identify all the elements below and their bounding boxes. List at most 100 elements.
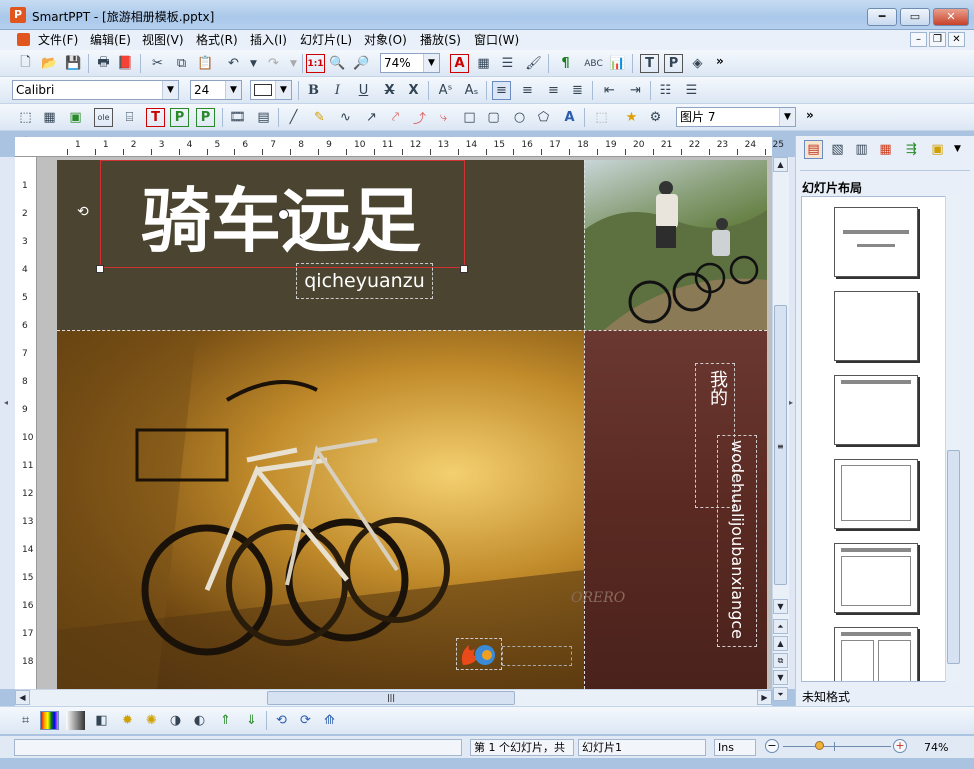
left-splitter[interactable] — [0, 157, 15, 689]
menu-edit[interactable]: 编辑(E) — [90, 32, 131, 48]
transition-icon[interactable]: ⇶ — [902, 140, 921, 159]
horizontal-ruler[interactable]: 1 1 2 3 4 5 6 7 8 9 10 11 12 13 14 15 16 17 18 19 20 21 22 23 24… — [15, 137, 784, 157]
zoom-out-icon[interactable]: − — [765, 739, 779, 753]
zoom-in-icon[interactable]: + — [893, 739, 907, 753]
format-painter-icon[interactable]: 🖌 — [524, 54, 543, 73]
properties-icon[interactable]: ⚙ — [646, 108, 665, 127]
status-mode[interactable]: Ins — [714, 739, 756, 756]
gamma-down-icon[interactable]: ⇓ — [242, 711, 261, 730]
layout-panel-icon[interactable]: ▤ — [804, 140, 823, 159]
rotate-icon[interactable]: ⟲ — [77, 204, 89, 220]
slide[interactable]: ORERO 骑车远足 ⟲ qicheyuanzu 我的 wodehualijou… — [57, 160, 767, 689]
zoom-slider-track[interactable] — [783, 746, 891, 747]
bicycle-photo[interactable] — [57, 330, 584, 689]
panel-dropdown-icon[interactable]: ▼ — [954, 144, 961, 154]
ellipse-tool-icon[interactable]: ○ — [510, 108, 529, 127]
reset-image-icon[interactable]: ⟰ — [320, 711, 339, 730]
toolbar-more-icon[interactable]: » — [806, 108, 814, 122]
logo-text-frame[interactable] — [502, 646, 572, 666]
scroll-left-icon[interactable]: ◀ — [15, 690, 30, 705]
arrow-tool-icon[interactable]: ↗ — [362, 108, 381, 127]
save-icon[interactable]: 💾 — [64, 54, 83, 73]
rotate-left-icon[interactable]: ⟲ — [272, 711, 291, 730]
toolbar-more-icon[interactable]: » — [716, 54, 724, 68]
horizontal-scrollbar[interactable]: ◀ ||| ▶ — [15, 689, 772, 706]
crop-tool-icon[interactable]: ⌗ — [16, 711, 35, 730]
undo-dropdown-icon[interactable]: ▼ — [244, 54, 263, 73]
mdi-minimize-button[interactable]: – — [910, 32, 927, 47]
maximize-button[interactable]: ▭ — [900, 8, 930, 26]
strikethrough-icon[interactable]: X — [380, 81, 399, 100]
increase-indent-icon[interactable]: ⇥ — [626, 81, 645, 100]
table-icon[interactable]: ▦ — [40, 108, 59, 127]
layout-scroll-thumb[interactable] — [947, 450, 960, 664]
paste-icon[interactable]: 📋 — [196, 54, 215, 73]
font-combo[interactable]: Calibri ▼ — [12, 80, 179, 100]
text-frame-icon[interactable]: T — [640, 54, 659, 73]
actual-size-icon[interactable]: 1:1 — [306, 54, 325, 73]
export-pdf-icon[interactable]: 📕 — [116, 54, 135, 73]
fill-color-combo[interactable]: ▼ — [250, 80, 292, 100]
redo-icon[interactable]: ↷ — [264, 54, 283, 73]
film-icon[interactable]: 🎞 — [228, 108, 247, 127]
align-left-icon[interactable]: ≡ — [492, 81, 511, 100]
gamma-up-icon[interactable]: ⇑ — [216, 711, 235, 730]
prev-slide-icon[interactable]: ▲ — [773, 636, 788, 651]
chart-icon[interactable]: 📊 — [608, 54, 627, 73]
zoom-combo[interactable]: 74% ▼ — [380, 53, 440, 73]
spellcheck-icon[interactable]: ABC — [584, 54, 603, 73]
zoom-page-icon[interactable]: 🔍 — [328, 54, 347, 73]
shapes-tool-icon[interactable]: ⬠ — [534, 108, 553, 127]
menu-window[interactable]: 窗口(W) — [474, 32, 519, 48]
center-handle[interactable] — [278, 209, 289, 220]
layout-content-thumb[interactable] — [834, 459, 918, 529]
connector-2-tool-icon[interactable]: ⤴ — [410, 108, 429, 127]
connector-tool-icon[interactable]: ⤤ — [386, 108, 405, 127]
menu-insert[interactable]: 插入(I) — [250, 32, 287, 48]
rectangle-tool-icon[interactable]: □ — [460, 108, 479, 127]
paragraph-mark-icon[interactable]: ¶ — [556, 54, 575, 73]
ole-object-icon[interactable]: ole — [94, 108, 113, 127]
brightness-down-icon[interactable]: ✺ — [142, 711, 161, 730]
menu-play[interactable]: 播放(S) — [420, 32, 461, 48]
picture-frame-icon[interactable]: P — [664, 54, 683, 73]
resize-handle[interactable] — [460, 265, 468, 273]
redo-dropdown-icon[interactable]: ▼ — [284, 54, 303, 73]
insert-image-icon[interactable]: ▦ — [474, 54, 493, 73]
menu-file[interactable]: 文件(F) — [38, 32, 78, 48]
bullets-icon[interactable]: ☷ — [656, 81, 675, 100]
minimize-button[interactable]: ━ — [867, 8, 897, 26]
object-select-combo[interactable]: 图片 7 ▼ — [676, 107, 796, 127]
vertical-ruler[interactable]: 1 2 3 4 5 6 7 8 9 10 11 12 13 14 15 16 17 18 — [15, 157, 37, 689]
formula-icon[interactable]: ⌸ — [120, 108, 139, 127]
scroll-up-icon[interactable]: ▲ — [773, 157, 788, 172]
cut-icon[interactable]: ✂ — [148, 54, 167, 73]
color-scheme-icon[interactable]: ▥ — [852, 140, 871, 159]
text-box-icon[interactable]: T — [146, 108, 165, 127]
slide-show-icon[interactable]: ▣ — [928, 140, 947, 159]
audio-icon[interactable]: ▤ — [254, 108, 273, 127]
picture-box-icon[interactable]: P — [170, 108, 189, 127]
freehand-tool-icon[interactable]: ✎ — [310, 108, 329, 127]
subscript-icon[interactable]: Aₛ — [462, 81, 481, 100]
layout-title-thumb[interactable] — [834, 207, 918, 277]
font-size-combo[interactable]: 24 ▼ — [190, 80, 242, 100]
collapse-right-icon[interactable]: ▸ — [789, 398, 793, 407]
star-icon[interactable]: ★ — [622, 108, 641, 127]
scroll-down-icon[interactable]: ▼ — [773, 599, 788, 614]
wordart-tool-icon[interactable]: A — [560, 108, 579, 127]
contrast-up-icon[interactable]: ◑ — [166, 711, 185, 730]
rounded-rect-tool-icon[interactable]: ▢ — [484, 108, 503, 127]
list-icon[interactable]: ☰ — [498, 54, 517, 73]
slide-title[interactable]: 骑车远足 — [141, 181, 421, 261]
group-icon[interactable]: ⬚ — [592, 108, 611, 127]
layout-title-content-thumb[interactable] — [834, 543, 918, 613]
italic-icon[interactable]: I — [328, 81, 347, 100]
justify-icon[interactable]: ≣ — [568, 81, 587, 100]
picture-box-2-icon[interactable]: P — [196, 108, 215, 127]
logo-frame[interactable] — [456, 638, 502, 670]
resize-handle[interactable] — [96, 265, 104, 273]
grayscale-icon[interactable] — [66, 711, 85, 730]
collapse-left-icon[interactable]: ◂ — [4, 398, 8, 407]
underline-icon[interactable]: U — [354, 81, 373, 100]
